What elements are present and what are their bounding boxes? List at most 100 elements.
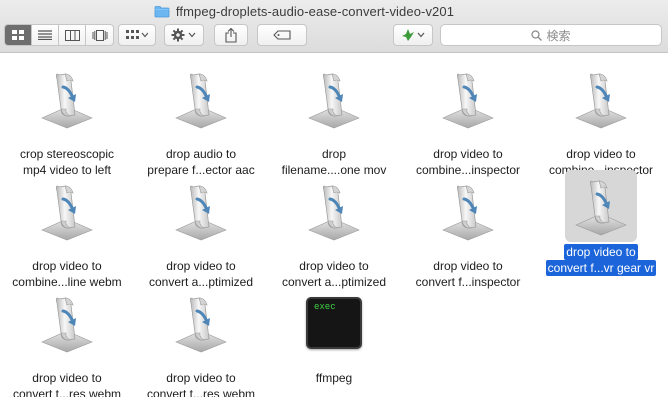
script-graphic	[308, 73, 360, 129]
file-label-line1: drop video to	[32, 259, 102, 273]
file-label-line2: prepare f...ector aac	[147, 163, 255, 177]
file-label-line1: ffmpeg	[315, 371, 353, 385]
column-view-icon	[64, 29, 80, 41]
folder-icon	[154, 5, 170, 18]
toolbar-row: 検索	[0, 24, 668, 46]
exec-icon-body: exec	[306, 297, 362, 349]
file-item-convert-optimized-1[interactable]: drop video to convert a...ptimized	[134, 178, 268, 298]
automator-script-icon	[34, 178, 100, 244]
file-item-convert-optimized-2[interactable]: drop video to convert a...ptimized	[267, 178, 401, 298]
file-label-line2: convert f...vr gear vr	[545, 260, 657, 276]
automator-script-icon	[168, 178, 234, 244]
cover-flow-view-icon	[92, 29, 107, 41]
share-button[interactable]	[214, 24, 248, 46]
file-label: drop audio to prepare f...ector aac	[134, 146, 268, 178]
file-label-line1: drop video to	[433, 259, 503, 273]
search-field[interactable]: 検索	[440, 24, 662, 46]
share-extension-button[interactable]	[393, 24, 433, 46]
script-graphic	[175, 73, 227, 129]
file-label-line2: convert t...res webm	[12, 387, 122, 397]
file-label-line1: drop video to	[299, 259, 369, 273]
file-label-line2: convert t...res webm	[146, 387, 256, 397]
icon-view-icon	[12, 30, 24, 40]
file-item-crop-stereoscopic[interactable]: crop stereoscopic mp4 video to left	[0, 66, 134, 186]
cover-flow-view-button[interactable]	[86, 25, 113, 45]
file-label-line1: drop video to	[166, 259, 236, 273]
automator-script-icon	[168, 290, 234, 356]
search-placeholder: 検索	[546, 28, 571, 43]
automator-script-icon	[435, 66, 501, 132]
tags-button[interactable]	[257, 24, 307, 46]
bird-icon	[402, 29, 425, 41]
file-item-ffmpeg[interactable]: exec ffmpeg	[267, 290, 401, 397]
script-graphic	[308, 185, 360, 241]
window-title: ffmpeg-droplets-audio-ease-convert-video…	[175, 3, 455, 19]
file-item-combine-webm[interactable]: drop video to combine...line webm	[0, 178, 134, 298]
list-view-icon	[38, 30, 52, 40]
file-label-line2: convert f...inspector	[415, 275, 521, 289]
file-grid: crop stereoscopic mp4 video to left drop …	[0, 54, 668, 397]
gear-icon	[171, 28, 196, 42]
file-label: drop video to convert a...ptimized	[267, 258, 401, 290]
file-label-line1: drop	[321, 147, 347, 161]
icon-view-button[interactable]	[5, 25, 32, 45]
file-item-drop-filename[interactable]: drop filename....one mov	[267, 66, 401, 186]
finder-window: ffmpeg-droplets-audio-ease-convert-video…	[0, 0, 668, 397]
script-graphic	[575, 73, 627, 129]
file-label-line2: combine...inspector	[415, 163, 521, 177]
automator-script-icon	[301, 66, 367, 132]
file-item-convert-inspector[interactable]: drop video to convert f...inspector	[401, 178, 535, 298]
file-item-convert-webm-2[interactable]: drop video to convert t...res webm	[134, 290, 268, 397]
file-label: drop video to convert t...res webm	[134, 370, 268, 397]
title-group: ffmpeg-droplets-audio-ease-convert-video…	[154, 4, 454, 19]
file-label: ffmpeg	[267, 370, 401, 386]
file-label-line2: filename....one mov	[281, 163, 387, 177]
file-label: drop video to convert a...ptimized	[134, 258, 268, 290]
file-label-line1: crop stereoscopic	[19, 147, 115, 161]
file-label-line1: drop video to	[433, 147, 503, 161]
file-label-line2: convert a...ptimized	[281, 275, 387, 289]
automator-script-icon	[301, 178, 367, 244]
automator-script-icon	[568, 66, 634, 132]
file-item-combine-inspector-1[interactable]: drop video to combine...inspector	[401, 66, 535, 186]
file-label: drop filename....one mov	[267, 146, 401, 178]
file-label: drop video to convert f...vr gear vr	[534, 244, 668, 276]
file-label-line1: drop video to	[566, 147, 636, 161]
file-item-combine-inspector-2[interactable]: drop video tocombine...inspector	[534, 66, 668, 186]
view-mode-control	[4, 24, 114, 46]
file-label: drop video to convert f...inspector	[401, 258, 535, 290]
terminal-exec-icon: exec	[301, 290, 367, 356]
column-view-button[interactable]	[59, 25, 86, 45]
action-button[interactable]	[164, 24, 204, 46]
exec-icon-label: exec	[314, 302, 336, 312]
automator-script-icon	[34, 66, 100, 132]
file-item-convert-webm-1[interactable]: drop video to convert t...res webm	[0, 290, 134, 397]
file-label-line2: mp4 video to left	[22, 163, 112, 177]
file-label-line1: drop video to	[32, 371, 102, 385]
file-item-drop-audio[interactable]: drop audio to prepare f...ector aac	[134, 66, 268, 186]
list-view-button[interactable]	[32, 25, 59, 45]
file-label-line2: combine...line webm	[12, 275, 122, 289]
script-graphic	[41, 73, 93, 129]
toolbar: ffmpeg-droplets-audio-ease-convert-video…	[0, 0, 668, 53]
script-graphic	[442, 185, 494, 241]
tag-icon	[273, 30, 291, 40]
script-graphic	[175, 185, 227, 241]
script-graphic	[41, 297, 93, 353]
script-graphic	[442, 73, 494, 129]
arrange-grid-icon	[126, 30, 148, 39]
file-label-line1: drop video to	[166, 371, 236, 385]
file-label: drop video to convert t...res webm	[0, 370, 134, 397]
file-label: drop video to combine...inspector	[401, 146, 535, 178]
file-label: crop stereoscopic mp4 video to left	[0, 146, 134, 178]
automator-script-icon	[435, 178, 501, 244]
search-icon	[531, 29, 543, 41]
automator-script-icon	[34, 290, 100, 356]
share-icon	[225, 27, 237, 43]
title-bar: ffmpeg-droplets-audio-ease-convert-video…	[0, 0, 668, 22]
file-label-line1: drop video to	[564, 244, 638, 260]
file-item-convert-vr-gear-selected[interactable]: drop video to convert f...vr gear vr	[534, 170, 668, 298]
file-label-line1: drop audio to	[165, 147, 237, 161]
arrange-button[interactable]	[118, 24, 156, 46]
automator-script-icon	[168, 66, 234, 132]
